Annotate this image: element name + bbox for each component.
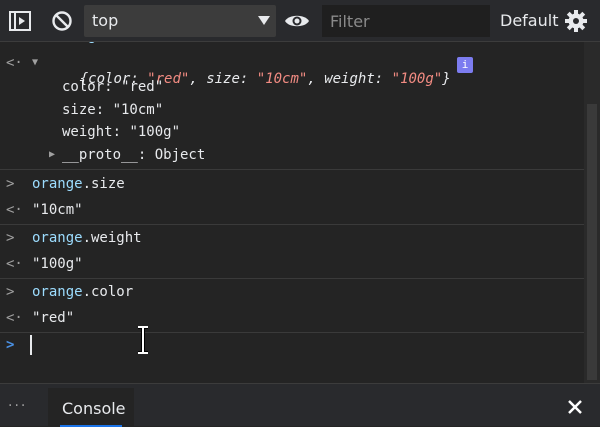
tab-console-label: Console bbox=[62, 399, 126, 418]
result-arrow-icon: <· bbox=[6, 256, 23, 272]
object-prop-size: size: "10cm" bbox=[62, 102, 164, 118]
expand-triangle-right-icon[interactable]: ▶ bbox=[49, 149, 55, 160]
object-prop-color: color: "red" bbox=[62, 79, 164, 95]
result-value: "10cm" bbox=[32, 202, 83, 218]
context-selector[interactable]: top bbox=[84, 5, 276, 37]
input-chevron-icon: > bbox=[6, 284, 15, 300]
result-arrow-icon: <· bbox=[6, 202, 23, 218]
result-value: "100g" bbox=[32, 256, 83, 272]
expand-triangle-icon[interactable]: ▼ bbox=[32, 57, 38, 68]
result-value: "red" bbox=[32, 310, 75, 326]
scrollbar-thumb[interactable] bbox=[587, 104, 597, 380]
filter-input[interactable] bbox=[322, 5, 490, 37]
object-prop-weight: weight: "100g" bbox=[62, 124, 181, 140]
context-value: top bbox=[92, 11, 119, 30]
console-output: orange <· ▼ {color: "red", size: "10cm",… bbox=[0, 42, 584, 383]
scrolled-line: orange bbox=[54, 42, 105, 44]
info-badge-icon[interactable]: i bbox=[457, 57, 473, 73]
result-arrow-icon: <· bbox=[6, 55, 23, 71]
result-arrow-icon: <· bbox=[6, 310, 23, 326]
input-chevron-icon: > bbox=[6, 230, 15, 246]
tab-console[interactable]: Console bbox=[48, 388, 134, 427]
chevron-down-icon bbox=[258, 16, 270, 25]
gear-icon[interactable] bbox=[564, 9, 588, 33]
separator bbox=[0, 224, 584, 225]
console-prompt-input[interactable] bbox=[0, 332, 584, 382]
console-toolbar: top Default bbox=[0, 0, 600, 42]
log-levels-dropdown[interactable]: Default bbox=[500, 11, 558, 30]
separator bbox=[0, 278, 584, 279]
input-chevron-icon: > bbox=[6, 176, 15, 192]
command-line: orange.size bbox=[32, 176, 125, 192]
drawer-tabbar: ··· Console bbox=[0, 383, 600, 427]
more-tools-icon[interactable]: ··· bbox=[8, 398, 27, 414]
vertical-scrollbar[interactable] bbox=[584, 42, 600, 383]
command-line: orange.color bbox=[32, 284, 134, 300]
close-icon[interactable] bbox=[568, 400, 582, 414]
ibeam-cursor-icon bbox=[138, 326, 148, 354]
sidebar-toggle-icon[interactable] bbox=[8, 9, 32, 33]
eye-icon[interactable] bbox=[284, 9, 310, 33]
object-proto[interactable]: __proto__: Object bbox=[62, 147, 205, 163]
command-line: orange.weight bbox=[32, 230, 142, 246]
clear-console-icon[interactable] bbox=[50, 9, 74, 33]
separator bbox=[0, 169, 584, 170]
